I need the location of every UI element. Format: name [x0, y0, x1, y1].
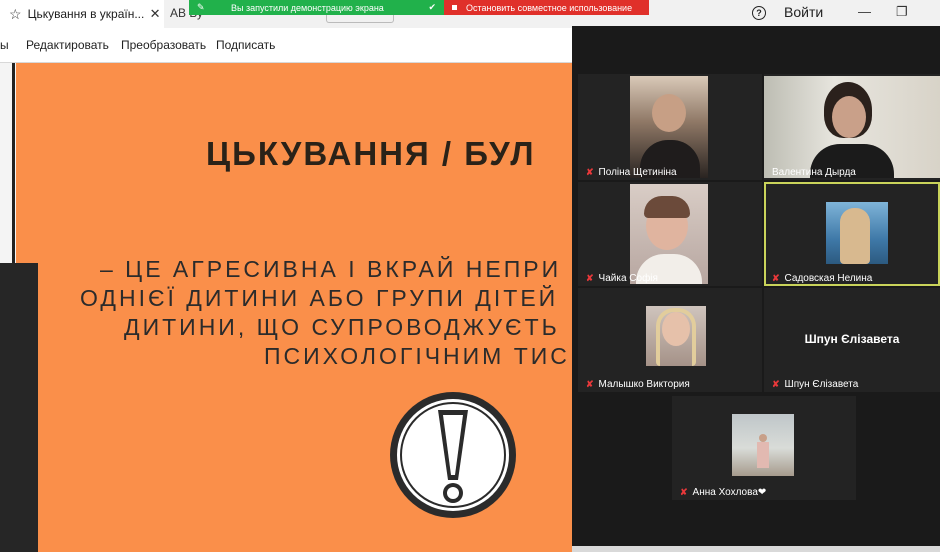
stop-icon	[452, 5, 457, 10]
participant-video	[630, 184, 708, 284]
shield-check-icon: ✔	[428, 2, 436, 12]
close-tab-icon[interactable]: ✕	[150, 6, 161, 22]
video-gallery-panel: ✘ Поліна Щетиніна Валентина Дырда ✘ Чайка …	[572, 26, 940, 546]
participant-name: ✘ Анна Хохлова❤	[680, 487, 767, 498]
slide-accent-line	[12, 63, 15, 263]
slide-body-line-3: ДИТИНИ, ЩО СУПРОВОДЖУЄТЬ	[124, 314, 560, 340]
mic-muted-icon: ✘	[586, 273, 594, 283]
menu-item-convert[interactable]: Преобразовать	[121, 38, 206, 52]
participant-tile[interactable]: Шпун Єлізавета ✘ Шпун Єлізавета	[764, 288, 940, 392]
slide-body-line-4: ПСИХОЛОГІЧНИМ ТИС	[264, 343, 570, 369]
menu-item-view[interactable]: ы	[0, 38, 9, 52]
star-icon[interactable]: ☆	[9, 6, 22, 23]
participant-name: ✘ Садовская Нелина	[772, 273, 873, 284]
participant-tile[interactable]: ✘ Малышко Виктория	[578, 288, 762, 392]
help-icon[interactable]: ?	[752, 6, 766, 20]
editor-menu-bar: ы Редактировать Преобразовать Подписать	[0, 28, 580, 63]
mic-muted-icon: ✘	[772, 379, 780, 389]
participant-name: ✘ Шпун Єлізавета	[772, 379, 859, 390]
participant-video	[630, 76, 708, 178]
screen-share-status-bar: ✎ Вы запустили демонстрацию экрана ✔	[189, 0, 444, 15]
participant-avatar	[646, 306, 706, 366]
restore-icon[interactable]: ❐	[896, 4, 908, 20]
participant-name: ✘ Малышко Виктория	[586, 379, 690, 390]
tab-active[interactable]: ☆ Цькування в україн... ✕	[0, 0, 164, 28]
mic-muted-icon: ✘	[586, 379, 594, 389]
minimize-icon[interactable]: —	[858, 4, 871, 19]
taskbar-edge	[572, 546, 940, 552]
participant-tile[interactable]: ✘ Поліна Щетиніна	[578, 74, 762, 180]
participant-tile[interactable]: Валентина Дырда	[764, 74, 940, 180]
participant-tile-active[interactable]: ✘ Садовская Нелина	[764, 182, 940, 286]
slide-dark-block	[0, 263, 38, 552]
pin-icon: ✎	[197, 2, 205, 12]
exclamation-icon	[390, 392, 516, 518]
participant-name: ✘ Чайка Софія	[586, 273, 658, 284]
slide-title: ЦЬКУВАННЯ / БУЛ	[206, 135, 536, 172]
participant-name: Валентина Дырда	[772, 167, 856, 178]
participant-display-name: Шпун Єлізавета	[804, 332, 900, 346]
menu-item-edit[interactable]: Редактировать	[26, 38, 109, 52]
participant-tile[interactable]: ✘ Анна Хохлова❤	[672, 396, 856, 500]
slide-body-line-1: – ЦЕ АГРЕСИВНА І ВКРАЙ НЕПРИ	[100, 256, 562, 282]
slide-body-line-2: ОДНІЄЇ ДИТИНИ АБО ГРУПИ ДІТЕЙ	[80, 285, 559, 311]
login-button[interactable]: Войти	[784, 4, 823, 20]
tab-title: Цькування в україн...	[27, 7, 145, 21]
presentation-slide: ЦЬКУВАННЯ / БУЛ – ЦЕ АГРЕСИВНА І ВКРАЙ Н…	[16, 63, 576, 552]
mic-muted-icon: ✘	[772, 273, 780, 283]
mic-muted-icon: ✘	[680, 487, 688, 497]
menu-item-sign[interactable]: Подписать	[216, 38, 275, 52]
mic-muted-icon: ✘	[586, 167, 594, 177]
stop-share-label: Остановить совместное использование	[466, 2, 633, 13]
participant-avatar	[826, 202, 888, 264]
participant-name: ✘ Поліна Щетиніна	[586, 167, 677, 178]
share-status-text: Вы запустили демонстрацию экрана	[231, 2, 384, 13]
participant-avatar	[732, 414, 794, 476]
participant-tile[interactable]: ✘ Чайка Софія	[578, 182, 762, 286]
stop-share-button[interactable]: Остановить совместное использование	[444, 0, 649, 15]
browser-tab-strip: ☆ Цькування в україн... ✕ AB Бу ✎ Вы зап…	[0, 0, 940, 28]
participant-video	[764, 76, 940, 178]
